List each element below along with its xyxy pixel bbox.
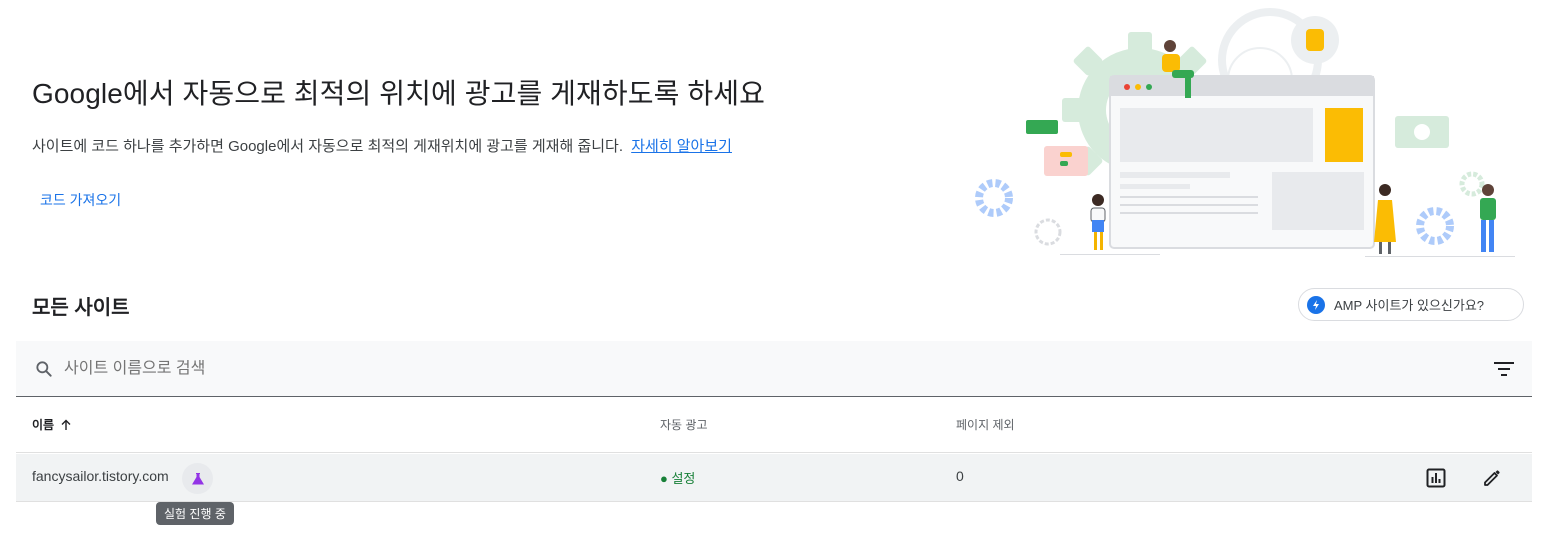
amp-chip-label: AMP 사이트가 있으신가요? [1334, 298, 1485, 313]
arrow-up-icon [60, 419, 72, 431]
experiment-tooltip: 실험 진행 중 [156, 502, 234, 525]
page-exclusions-count: 0 [956, 468, 964, 484]
table-row[interactable]: fancysailor.tistory.com ● 설정 0 [16, 454, 1532, 502]
column-header-name[interactable]: 이름 [32, 416, 72, 433]
get-code-button[interactable]: 코드 가져오기 [32, 186, 129, 214]
search-icon [33, 358, 55, 380]
table-header: 이름 자동 광고 페이지 제외 [16, 398, 1532, 453]
hero-illustration [975, 8, 1515, 257]
page-title: Google에서 자동으로 최적의 위치에 광고를 게재하도록 하세요 [32, 78, 765, 109]
search-input[interactable] [64, 359, 1492, 378]
learn-more-link[interactable]: 자세히 알아보기 [631, 138, 732, 155]
hero-description: 사이트에 코드 하나를 추가하면 Google에서 자동으로 최적의 게재위치에… [32, 135, 732, 156]
filter-icon[interactable] [1492, 357, 1516, 381]
bar-chart-icon[interactable] [1424, 466, 1448, 490]
pencil-icon[interactable] [1480, 466, 1504, 490]
bolt-icon [1307, 295, 1325, 314]
section-title-all-sites: 모든 사이트 [32, 297, 130, 319]
column-header-name-label: 이름 [32, 418, 55, 432]
auto-ads-status: ● 설정 [660, 471, 696, 486]
search-bar [16, 341, 1532, 397]
flask-icon[interactable] [182, 463, 213, 494]
amp-sites-chip[interactable]: AMP 사이트가 있으신가요? [1298, 288, 1524, 321]
column-header-auto-ads: 자동 광고 [660, 418, 708, 432]
hero-description-text: 사이트에 코드 하나를 추가하면 Google에서 자동으로 최적의 게재위치에… [32, 138, 624, 155]
site-name: fancysailor.tistory.com [32, 468, 169, 484]
column-header-page-exclusions: 페이지 제외 [956, 418, 1015, 432]
